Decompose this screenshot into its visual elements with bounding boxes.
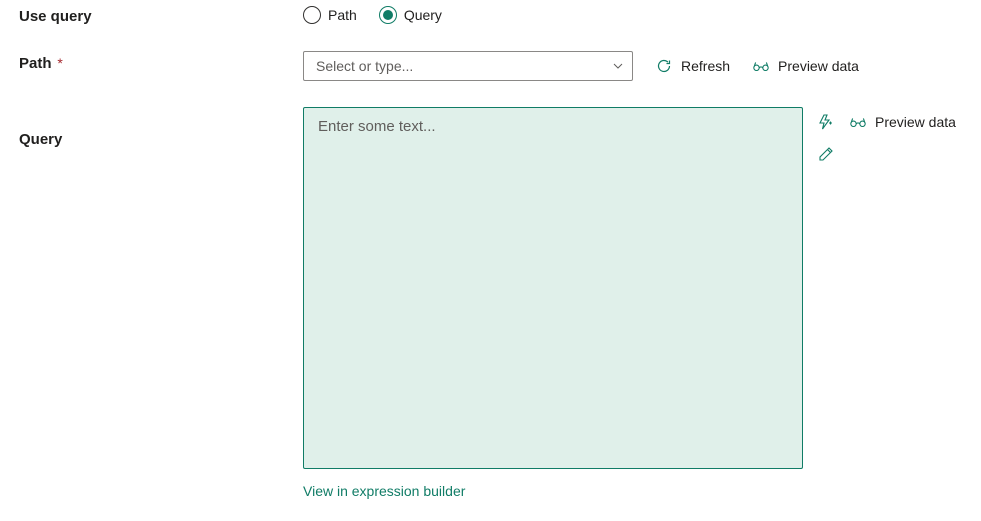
radio-path[interactable]: Path (303, 6, 357, 24)
path-select[interactable]: Select or type... (303, 51, 633, 81)
pencil-icon (817, 145, 835, 163)
lightning-button[interactable] (817, 113, 835, 131)
radio-path-circle (303, 6, 321, 24)
refresh-icon (655, 57, 673, 75)
preview-data-button-query[interactable]: Preview data (849, 113, 956, 131)
radio-query-label: Query (404, 7, 442, 23)
chevron-down-icon (612, 60, 624, 72)
edit-button[interactable] (817, 145, 956, 163)
radio-query-circle (379, 6, 397, 24)
glasses-icon-2 (849, 113, 867, 131)
path-label: Path (19, 55, 52, 72)
refresh-label: Refresh (681, 58, 730, 74)
glasses-icon (752, 57, 770, 75)
query-textarea[interactable]: Enter some text... (303, 107, 803, 469)
refresh-button[interactable]: Refresh (655, 57, 730, 75)
path-controls: Select or type... Refresh (303, 51, 981, 81)
query-textarea-placeholder: Enter some text... (318, 118, 436, 135)
preview-data-label-path: Preview data (778, 58, 859, 74)
radio-query[interactable]: Query (379, 6, 442, 24)
path-required-asterisk: * (54, 55, 63, 71)
use-query-radio-group: Path Query (303, 4, 981, 25)
radio-path-label: Path (328, 7, 357, 23)
path-select-placeholder: Select or type... (316, 58, 413, 74)
use-query-label: Use query (19, 8, 92, 25)
query-label: Query (19, 131, 62, 148)
preview-data-button-path[interactable]: Preview data (752, 57, 859, 75)
lightning-icon (817, 113, 835, 131)
expression-builder-link[interactable]: View in expression builder (303, 483, 803, 499)
preview-data-label-query: Preview data (875, 114, 956, 130)
radio-query-dot (383, 10, 393, 20)
query-controls: Enter some text... View in expression bu… (303, 107, 981, 499)
